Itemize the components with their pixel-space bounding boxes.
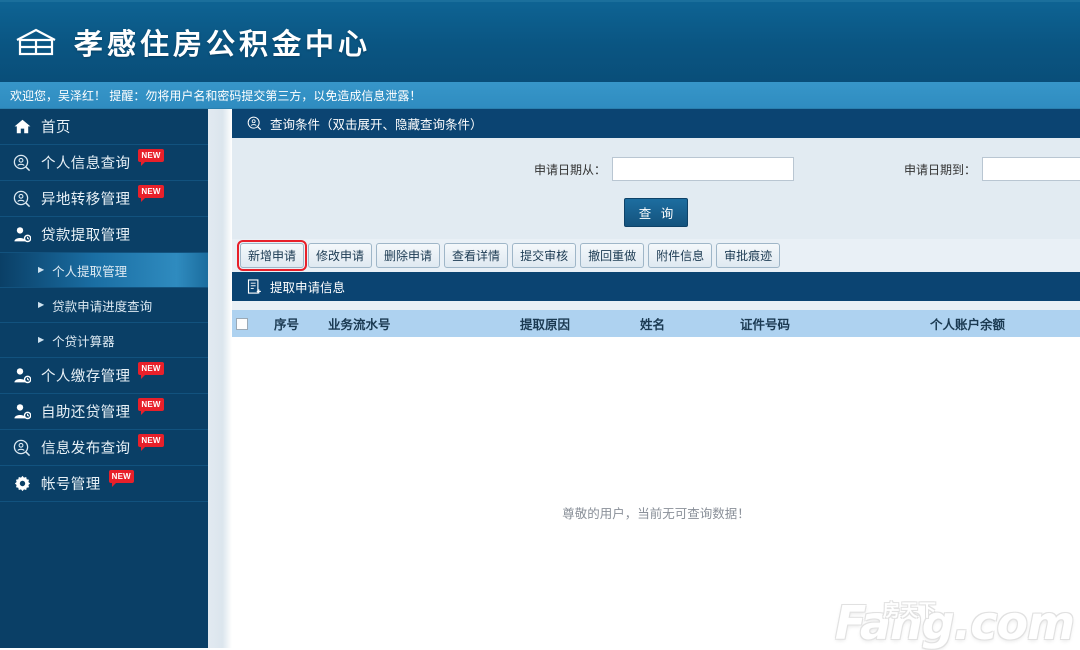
sidebar-item-label: 首页: [41, 116, 71, 137]
column-header-reason: 提取原因: [516, 310, 636, 337]
search-person-icon: [12, 438, 32, 458]
column-header-account-balance: 个人账户余额: [926, 310, 1080, 337]
chevron-right-icon: ▶: [38, 301, 44, 309]
query-panel-header[interactable]: 查询条件（双击展开、隐藏查询条件）: [232, 109, 1080, 138]
query-button[interactable]: 查 询: [624, 198, 688, 227]
status-badge: NEW: [138, 434, 163, 447]
sidebar-subitem-loan-progress[interactable]: ▶ 贷款申请进度查询: [0, 288, 208, 323]
date-from-input[interactable]: [612, 157, 794, 181]
table-top-strip: [232, 301, 1080, 310]
sidebar-item-label: 个人信息查询: [41, 152, 130, 173]
results-table: 序号 业务流水号 提取原因 姓名 证件号码 个人账户余额: [232, 310, 1080, 337]
sidebar-subitem-loan-calculator[interactable]: ▶ 个贷计算器: [0, 323, 208, 358]
results-table-wrapper: 序号 业务流水号 提取原因 姓名 证件号码 个人账户余额 尊敬的用户，当前无可查…: [232, 301, 1080, 589]
query-button-row: 查 询: [232, 198, 1080, 227]
search-person-icon: [12, 153, 32, 173]
query-panel-title: 查询条件（双击展开、隐藏查询条件）: [270, 114, 483, 133]
sidebar-subitem-label: 贷款申请进度查询: [52, 296, 152, 315]
sidebar-item-label: 异地转移管理: [41, 188, 130, 209]
building-logo-icon: [14, 27, 58, 57]
search-circle-icon: [246, 116, 262, 132]
status-badge: NEW: [138, 185, 163, 198]
document-add-icon: [246, 279, 262, 295]
list-panel-title: 提取申请信息: [270, 277, 345, 296]
edit-application-button[interactable]: 修改申请: [308, 243, 372, 268]
date-to-input[interactable]: [982, 157, 1080, 181]
empty-state-message: 尊敬的用户，当前无可查询数据！: [232, 503, 1080, 522]
sidebar-item-account-management[interactable]: 帐号管理 NEW: [0, 466, 208, 502]
delete-application-button[interactable]: 删除申请: [376, 243, 440, 268]
date-to-field-group: 申请日期到：: [904, 157, 1080, 181]
sidebar-item-personal-info-query[interactable]: 个人信息查询 NEW: [0, 145, 208, 181]
column-header-id-number: 证件号码: [736, 310, 926, 337]
empty-state: 尊敬的用户，当前无可查询数据！: [232, 337, 1080, 589]
date-to-label: 申请日期到：: [904, 161, 976, 178]
sidebar-item-home[interactable]: 首页: [0, 109, 208, 145]
select-all-header: [232, 310, 270, 337]
column-header-seq: 序号: [270, 310, 324, 337]
sidebar-item-transfer-management[interactable]: 异地转移管理 NEW: [0, 181, 208, 217]
sidebar-item-loan-withdraw-management[interactable]: 贷款提取管理: [0, 217, 208, 253]
approval-trace-button[interactable]: 审批痕迹: [716, 243, 780, 268]
user-clock-icon: [12, 366, 32, 386]
action-toolbar: 新增申请 修改申请 删除申请 查看详情 提交审核 撤回重做 附件信息 审批痕迹: [232, 239, 1080, 272]
user-clock-icon: [12, 402, 32, 422]
select-all-checkbox[interactable]: [236, 318, 248, 330]
site-header: 孝感住房公积金中心: [0, 0, 1080, 82]
sidebar-item-label: 帐号管理: [41, 473, 101, 494]
sidebar-item-self-repayment-management[interactable]: 自助还贷管理 NEW: [0, 394, 208, 430]
attachment-info-button[interactable]: 附件信息: [648, 243, 712, 268]
sidebar-item-label: 自助还贷管理: [41, 401, 130, 422]
chevron-right-icon: ▶: [38, 336, 44, 344]
withdraw-redo-button[interactable]: 撤回重做: [580, 243, 644, 268]
search-person-icon: [12, 189, 32, 209]
user-clock-icon: [12, 225, 32, 245]
sidebar-item-info-publish-query[interactable]: 信息发布查询 NEW: [0, 430, 208, 466]
query-conditions-area: 申请日期从： 申请日期到： 查 询: [232, 138, 1080, 239]
sidebar-subitem-label: 个贷计算器: [52, 331, 115, 350]
submit-review-button[interactable]: 提交审核: [512, 243, 576, 268]
status-badge: NEW: [138, 362, 163, 375]
column-header-flow-no: 业务流水号: [324, 310, 516, 337]
sidebar-subitem-label: 个人提取管理: [52, 261, 127, 280]
date-from-label: 申请日期从：: [534, 161, 606, 178]
date-from-field-group: 申请日期从：: [534, 157, 794, 181]
chevron-right-icon: ▶: [38, 266, 44, 274]
new-application-button[interactable]: 新增申请: [240, 243, 304, 268]
list-panel-header: 提取申请信息: [232, 272, 1080, 301]
table-header: 序号 业务流水号 提取原因 姓名 证件号码 个人账户余额: [232, 310, 1080, 337]
sidebar-item-label: 信息发布查询: [41, 437, 130, 458]
status-badge: NEW: [109, 470, 134, 483]
status-badge: NEW: [138, 398, 163, 411]
sidebar-item-deposit-management[interactable]: 个人缴存管理 NEW: [0, 358, 208, 394]
table-header-row: 序号 业务流水号 提取原因 姓名 证件号码 个人账户余额: [232, 310, 1080, 337]
sidebar: 首页 个人信息查询 NEW 异地转移管理 NEW 贷款提取管理 ▶ 个人提取管理: [0, 109, 208, 648]
home-icon: [12, 117, 32, 137]
welcome-bar: 欢迎您，吴泽红！ 提醒：勿将用户名和密码提交第三方，以免造成信息泄露！: [0, 82, 1080, 109]
sidebar-subitem-personal-withdraw[interactable]: ▶ 个人提取管理: [0, 253, 208, 288]
column-header-name: 姓名: [636, 310, 736, 337]
view-detail-button[interactable]: 查看详情: [444, 243, 508, 268]
sidebar-item-label: 个人缴存管理: [41, 365, 130, 386]
gear-icon: [12, 474, 32, 494]
page-body: 首页 个人信息查询 NEW 异地转移管理 NEW 贷款提取管理 ▶ 个人提取管理: [0, 109, 1080, 648]
page-title: 孝感住房公积金中心: [74, 21, 371, 63]
welcome-text: 欢迎您，吴泽红！ 提醒：勿将用户名和密码提交第三方，以免造成信息泄露！: [0, 87, 421, 104]
status-badge: NEW: [138, 149, 163, 162]
sidebar-item-label: 贷款提取管理: [41, 224, 130, 245]
main-content: 查询条件（双击展开、隐藏查询条件） 申请日期从： 申请日期到： 查 询 新增申请…: [232, 109, 1080, 648]
sidebar-content-divider: [208, 109, 232, 648]
query-fields-row: 申请日期从： 申请日期到：: [232, 154, 1080, 184]
